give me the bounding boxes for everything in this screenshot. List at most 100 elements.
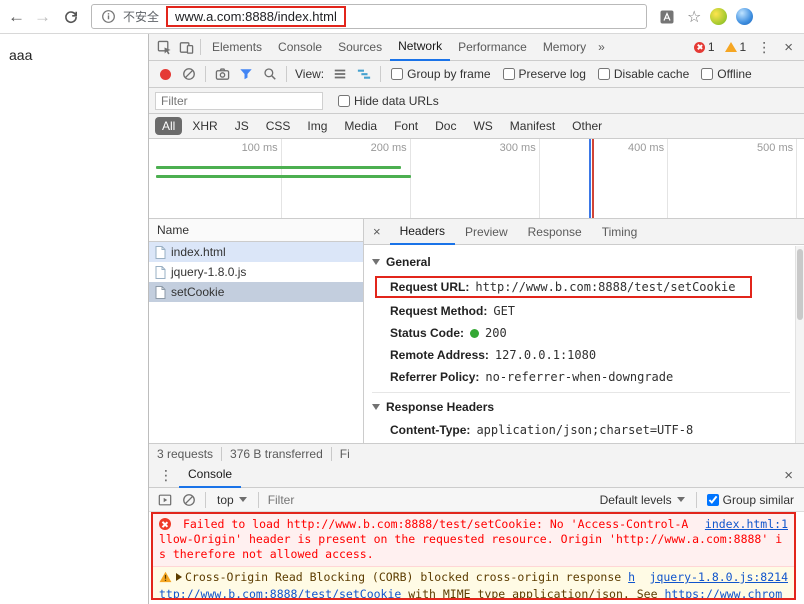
clear-icon[interactable] xyxy=(178,63,200,85)
security-status-label[interactable]: 不安全 xyxy=(123,8,159,25)
timeline-label: 300 ms xyxy=(499,142,536,154)
type-filter-doc[interactable]: Doc xyxy=(428,117,463,135)
type-filter-img[interactable]: Img xyxy=(300,117,334,135)
header-row: Content-Type: application/json;charset=U… xyxy=(372,419,790,441)
type-filter-ws[interactable]: WS xyxy=(466,117,499,135)
request-name: setCookie xyxy=(171,285,225,299)
details-close-icon[interactable]: × xyxy=(364,224,390,239)
request-name: jquery-1.8.0.js xyxy=(171,265,247,279)
header-row: Request Method: GET xyxy=(372,300,790,322)
request-method-value: GET xyxy=(493,304,516,318)
type-filter-js[interactable]: JS xyxy=(228,117,256,135)
warning-source-link[interactable]: jquery-1.8.0.js:8214 xyxy=(650,570,788,585)
file-icon xyxy=(155,265,166,279)
error-count-badge[interactable]: 1 xyxy=(689,40,720,54)
type-filter-css[interactable]: CSS xyxy=(259,117,298,135)
timeline-label: 500 ms xyxy=(757,142,794,154)
type-filter-manifest[interactable]: Manifest xyxy=(503,117,562,135)
extension-icon-2[interactable] xyxy=(736,8,754,25)
network-overview-timeline[interactable]: 100 ms 200 ms 300 ms 400 ms 500 ms xyxy=(149,139,804,219)
record-icon[interactable] xyxy=(154,63,176,85)
tab-response[interactable]: Response xyxy=(518,220,592,244)
network-filter-input[interactable] xyxy=(155,91,323,110)
console-sidebar-icon[interactable] xyxy=(154,489,176,511)
request-row-selected[interactable]: setCookie xyxy=(149,282,363,302)
address-bar[interactable]: 不安全 www.a.com:8888/index.html xyxy=(91,4,647,29)
devtools-close-icon[interactable]: × xyxy=(777,39,800,56)
devtools-menu-icon[interactable]: ⋮ xyxy=(751,39,777,56)
headers-content: General Request URL: http://www.b.com:88… xyxy=(364,245,804,443)
header-row: Referrer Policy: no-referrer-when-downgr… xyxy=(372,366,790,388)
type-filter-other[interactable]: Other xyxy=(565,117,609,135)
error-icon xyxy=(159,518,171,530)
tab-sources[interactable]: Sources xyxy=(330,35,390,60)
group-by-frame-checkbox[interactable]: Group by frame xyxy=(391,67,491,81)
inspect-element-icon[interactable] xyxy=(153,36,175,58)
search-icon[interactable] xyxy=(259,63,281,85)
hide-data-urls-checkbox[interactable]: Hide data URLs xyxy=(338,94,439,108)
warning-count-badge[interactable]: 1 xyxy=(720,40,752,54)
tab-network[interactable]: Network xyxy=(390,34,451,61)
timeline-label: 400 ms xyxy=(628,142,665,154)
log-levels-selector[interactable]: Default levels xyxy=(594,493,691,507)
filter-funnel-icon[interactable] xyxy=(235,63,257,85)
expand-triangle-icon[interactable] xyxy=(176,573,182,581)
info-icon[interactable] xyxy=(100,6,116,28)
bookmark-star-icon[interactable]: ☆ xyxy=(687,7,701,27)
devtools-tabbar: Elements Console Sources Network Perform… xyxy=(149,34,804,61)
device-toolbar-icon[interactable] xyxy=(175,36,197,58)
offline-checkbox[interactable]: Offline xyxy=(701,67,752,81)
warning-icon xyxy=(724,42,737,52)
finish-time-truncated: Fi xyxy=(339,446,350,461)
response-headers-section-header[interactable]: Response Headers xyxy=(372,392,790,419)
request-row[interactable]: jquery-1.8.0.js xyxy=(149,262,363,282)
extension-icon-1[interactable] xyxy=(710,8,728,25)
request-row[interactable]: index.html xyxy=(149,242,363,262)
overview-waterfall-icon[interactable] xyxy=(353,63,375,85)
refresh-icon[interactable] xyxy=(60,6,82,28)
tab-timing[interactable]: Timing xyxy=(592,220,648,244)
more-tabs-icon[interactable]: » xyxy=(594,40,609,54)
tab-performance[interactable]: Performance xyxy=(450,35,535,60)
chevron-down-icon xyxy=(676,497,685,502)
tab-headers[interactable]: Headers xyxy=(389,219,455,245)
console-warning-message[interactable]: jquery-1.8.0.js:8214 Cross-Origin Read B… xyxy=(153,567,794,598)
type-filter-font[interactable]: Font xyxy=(387,117,425,135)
drawer-close-icon[interactable]: × xyxy=(777,467,800,484)
requests-name-header[interactable]: Name xyxy=(149,219,363,242)
general-section-header[interactable]: General xyxy=(372,250,790,274)
tab-elements[interactable]: Elements xyxy=(204,35,270,60)
details-scrollbar[interactable] xyxy=(795,246,804,443)
console-error-message[interactable]: index.html:1 Failed to load http://www.b… xyxy=(153,514,794,567)
page-text: aaa xyxy=(9,47,33,63)
translate-icon[interactable] xyxy=(656,6,678,28)
console-clear-icon[interactable] xyxy=(178,489,200,511)
tab-console[interactable]: Console xyxy=(270,35,330,60)
forward-icon[interactable]: → xyxy=(34,8,51,25)
console-drawer-tab[interactable]: Console xyxy=(179,463,242,488)
disable-cache-checkbox[interactable]: Disable cache xyxy=(597,67,690,81)
error-source-link[interactable]: index.html:1 xyxy=(705,517,788,532)
group-similar-checkbox[interactable]: Group similar xyxy=(706,493,794,507)
list-view-icon[interactable] xyxy=(329,63,351,85)
capture-screenshots-icon[interactable] xyxy=(211,63,233,85)
disable-cache-label: Disable cache xyxy=(613,67,690,81)
execution-context-selector[interactable]: top xyxy=(211,493,253,507)
preserve-log-checkbox[interactable]: Preserve log xyxy=(502,67,586,81)
content-type-label: Content-Type: xyxy=(390,423,471,437)
console-filter-input[interactable] xyxy=(263,491,394,508)
error-text: Failed to load http://www.b.com:8888/tes… xyxy=(159,517,783,561)
collapse-triangle-icon xyxy=(372,259,380,265)
type-filter-all[interactable]: All xyxy=(155,117,183,135)
tab-memory[interactable]: Memory xyxy=(535,35,594,60)
tab-preview[interactable]: Preview xyxy=(455,220,518,244)
url-text[interactable]: www.a.com:8888/index.html xyxy=(175,9,337,24)
group-by-frame-label: Group by frame xyxy=(407,67,491,81)
type-filter-xhr[interactable]: XHR xyxy=(185,117,224,135)
back-icon[interactable]: ← xyxy=(8,8,25,25)
status-code-value: 200 xyxy=(485,326,507,340)
drawer-menu-icon[interactable]: ⋮ xyxy=(153,467,179,484)
file-icon xyxy=(155,285,166,299)
type-filter-media[interactable]: Media xyxy=(337,117,384,135)
file-icon xyxy=(155,245,166,259)
